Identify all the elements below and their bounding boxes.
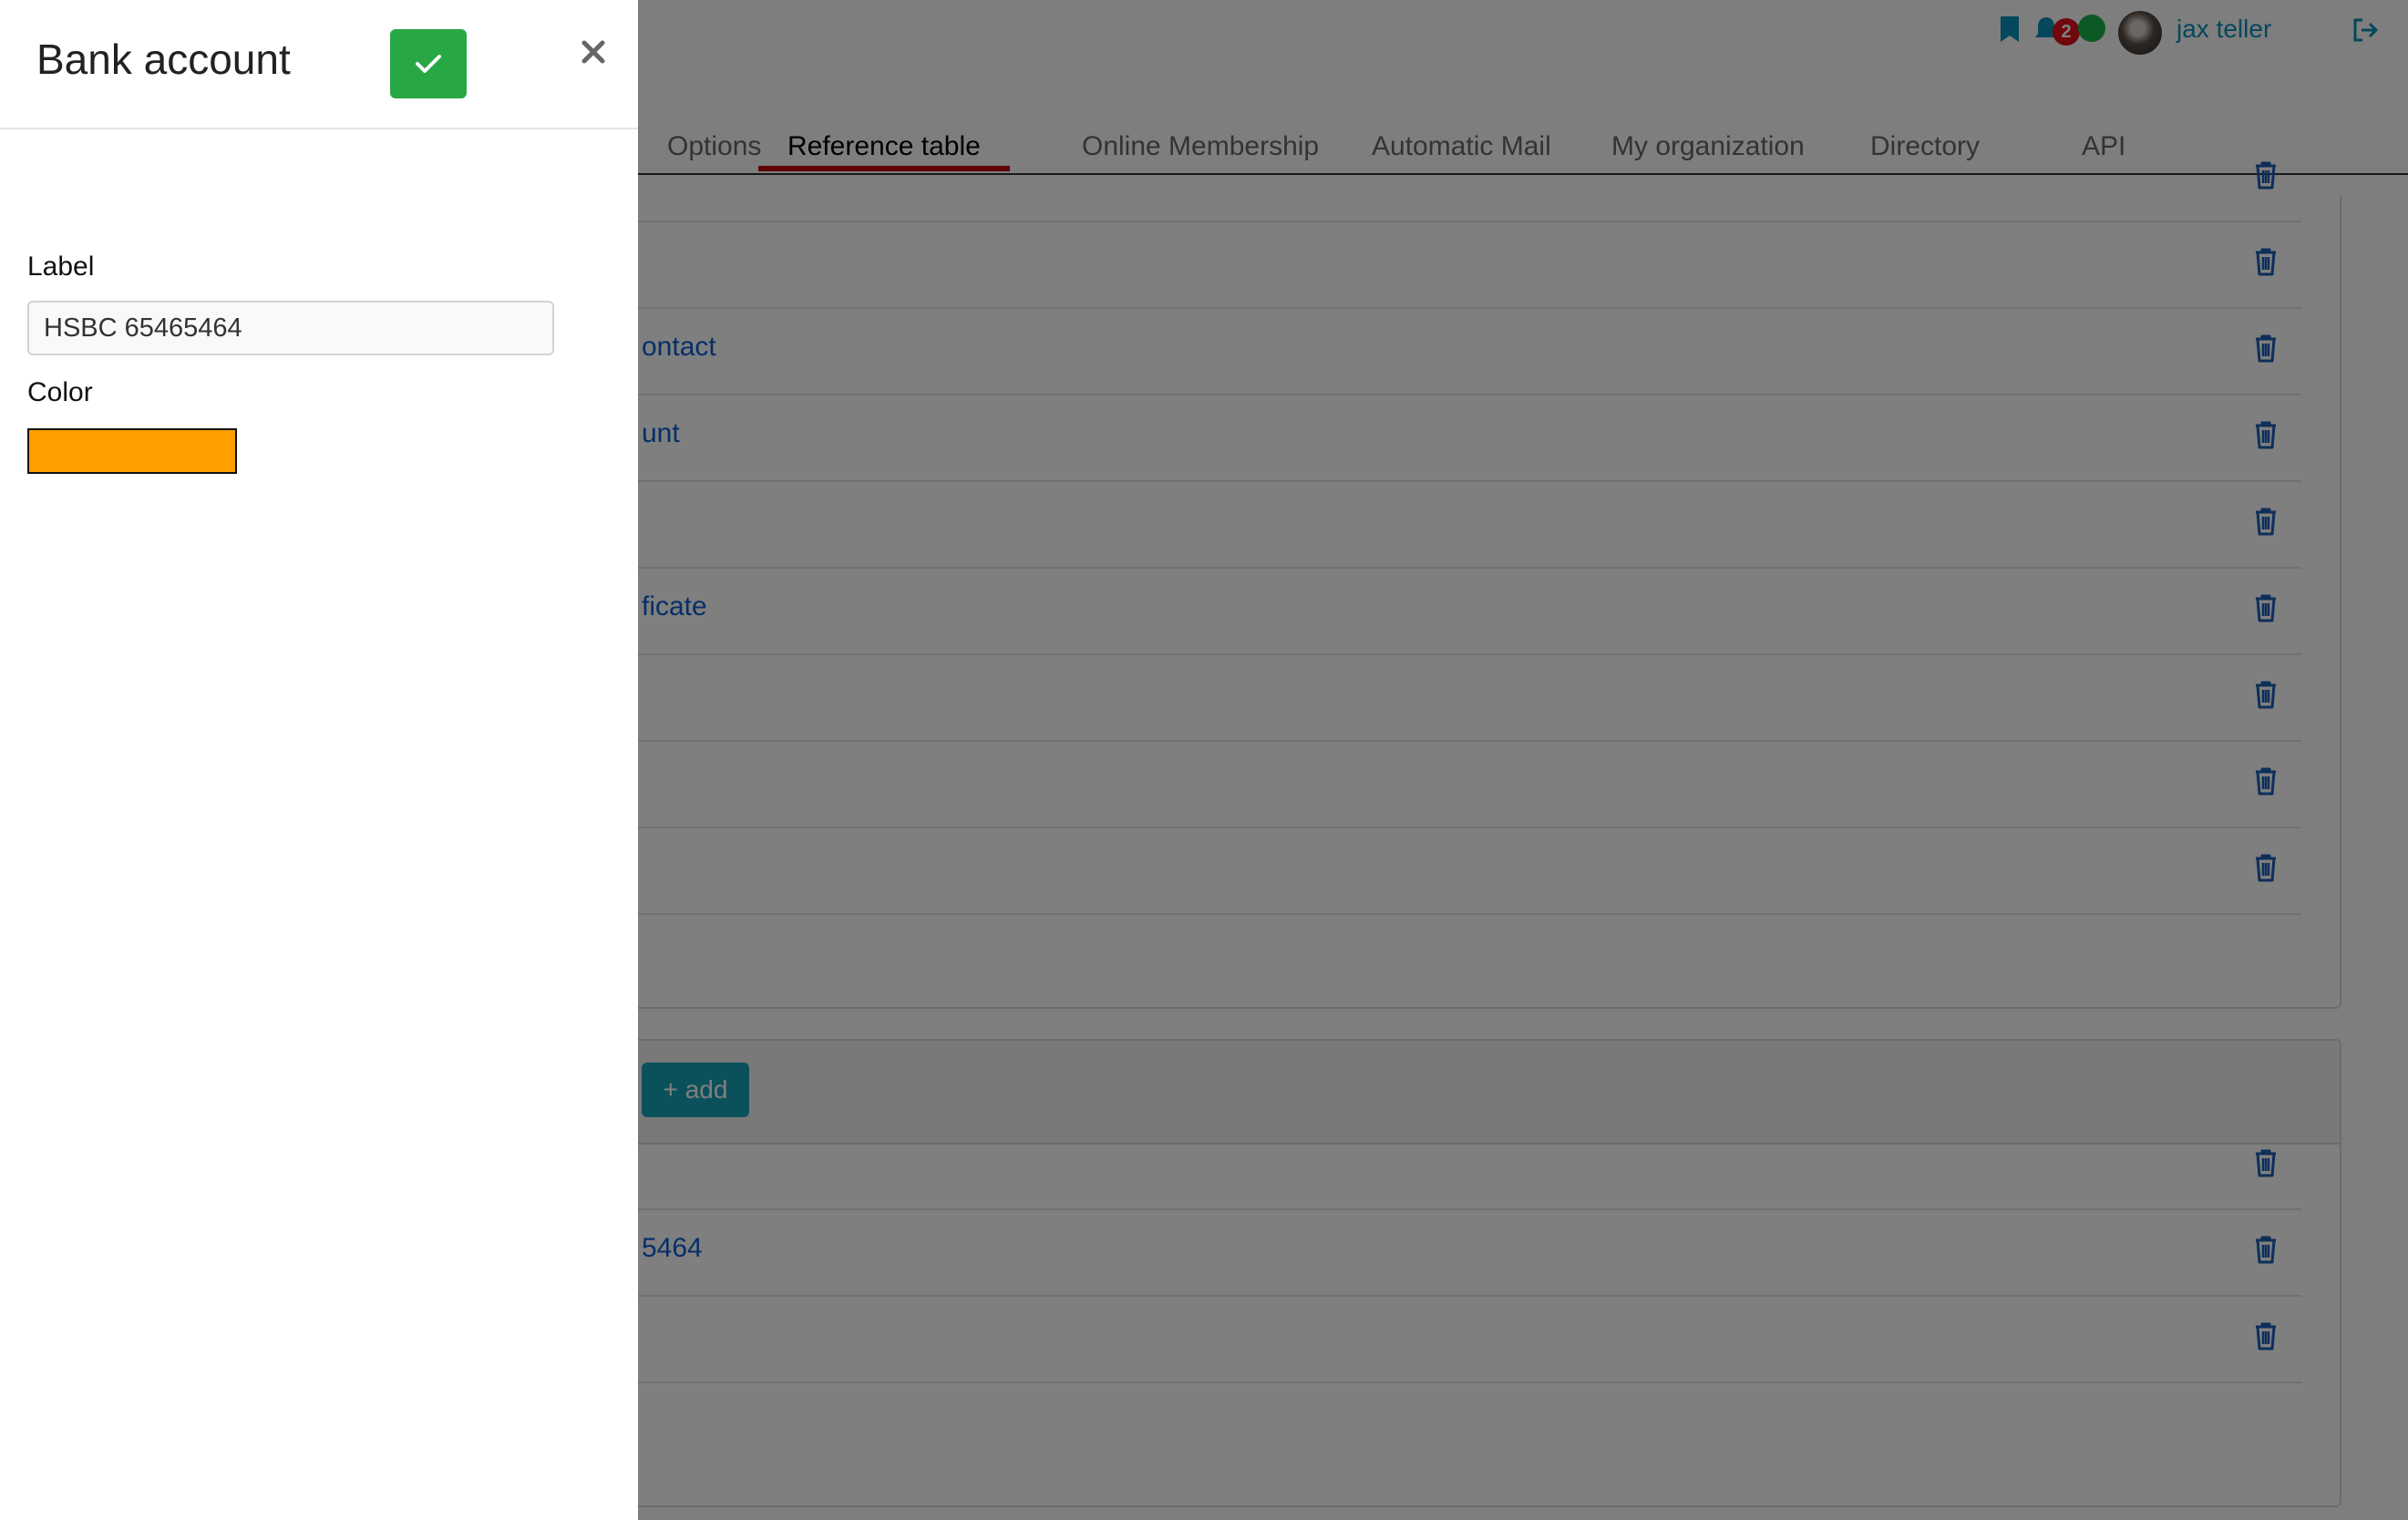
color-field-label: Color bbox=[27, 377, 93, 407]
side-panel: Bank account Label Color bbox=[0, 0, 638, 1520]
panel-header: Bank account bbox=[0, 0, 638, 129]
color-picker[interactable] bbox=[27, 428, 237, 474]
label-field-label: Label bbox=[27, 252, 95, 282]
label-input[interactable] bbox=[27, 301, 554, 355]
checkmark-icon bbox=[416, 55, 441, 73]
close-button[interactable] bbox=[578, 36, 611, 69]
panel-title: Bank account bbox=[36, 36, 291, 83]
confirm-button[interactable] bbox=[390, 29, 467, 98]
close-icon bbox=[581, 40, 605, 64]
